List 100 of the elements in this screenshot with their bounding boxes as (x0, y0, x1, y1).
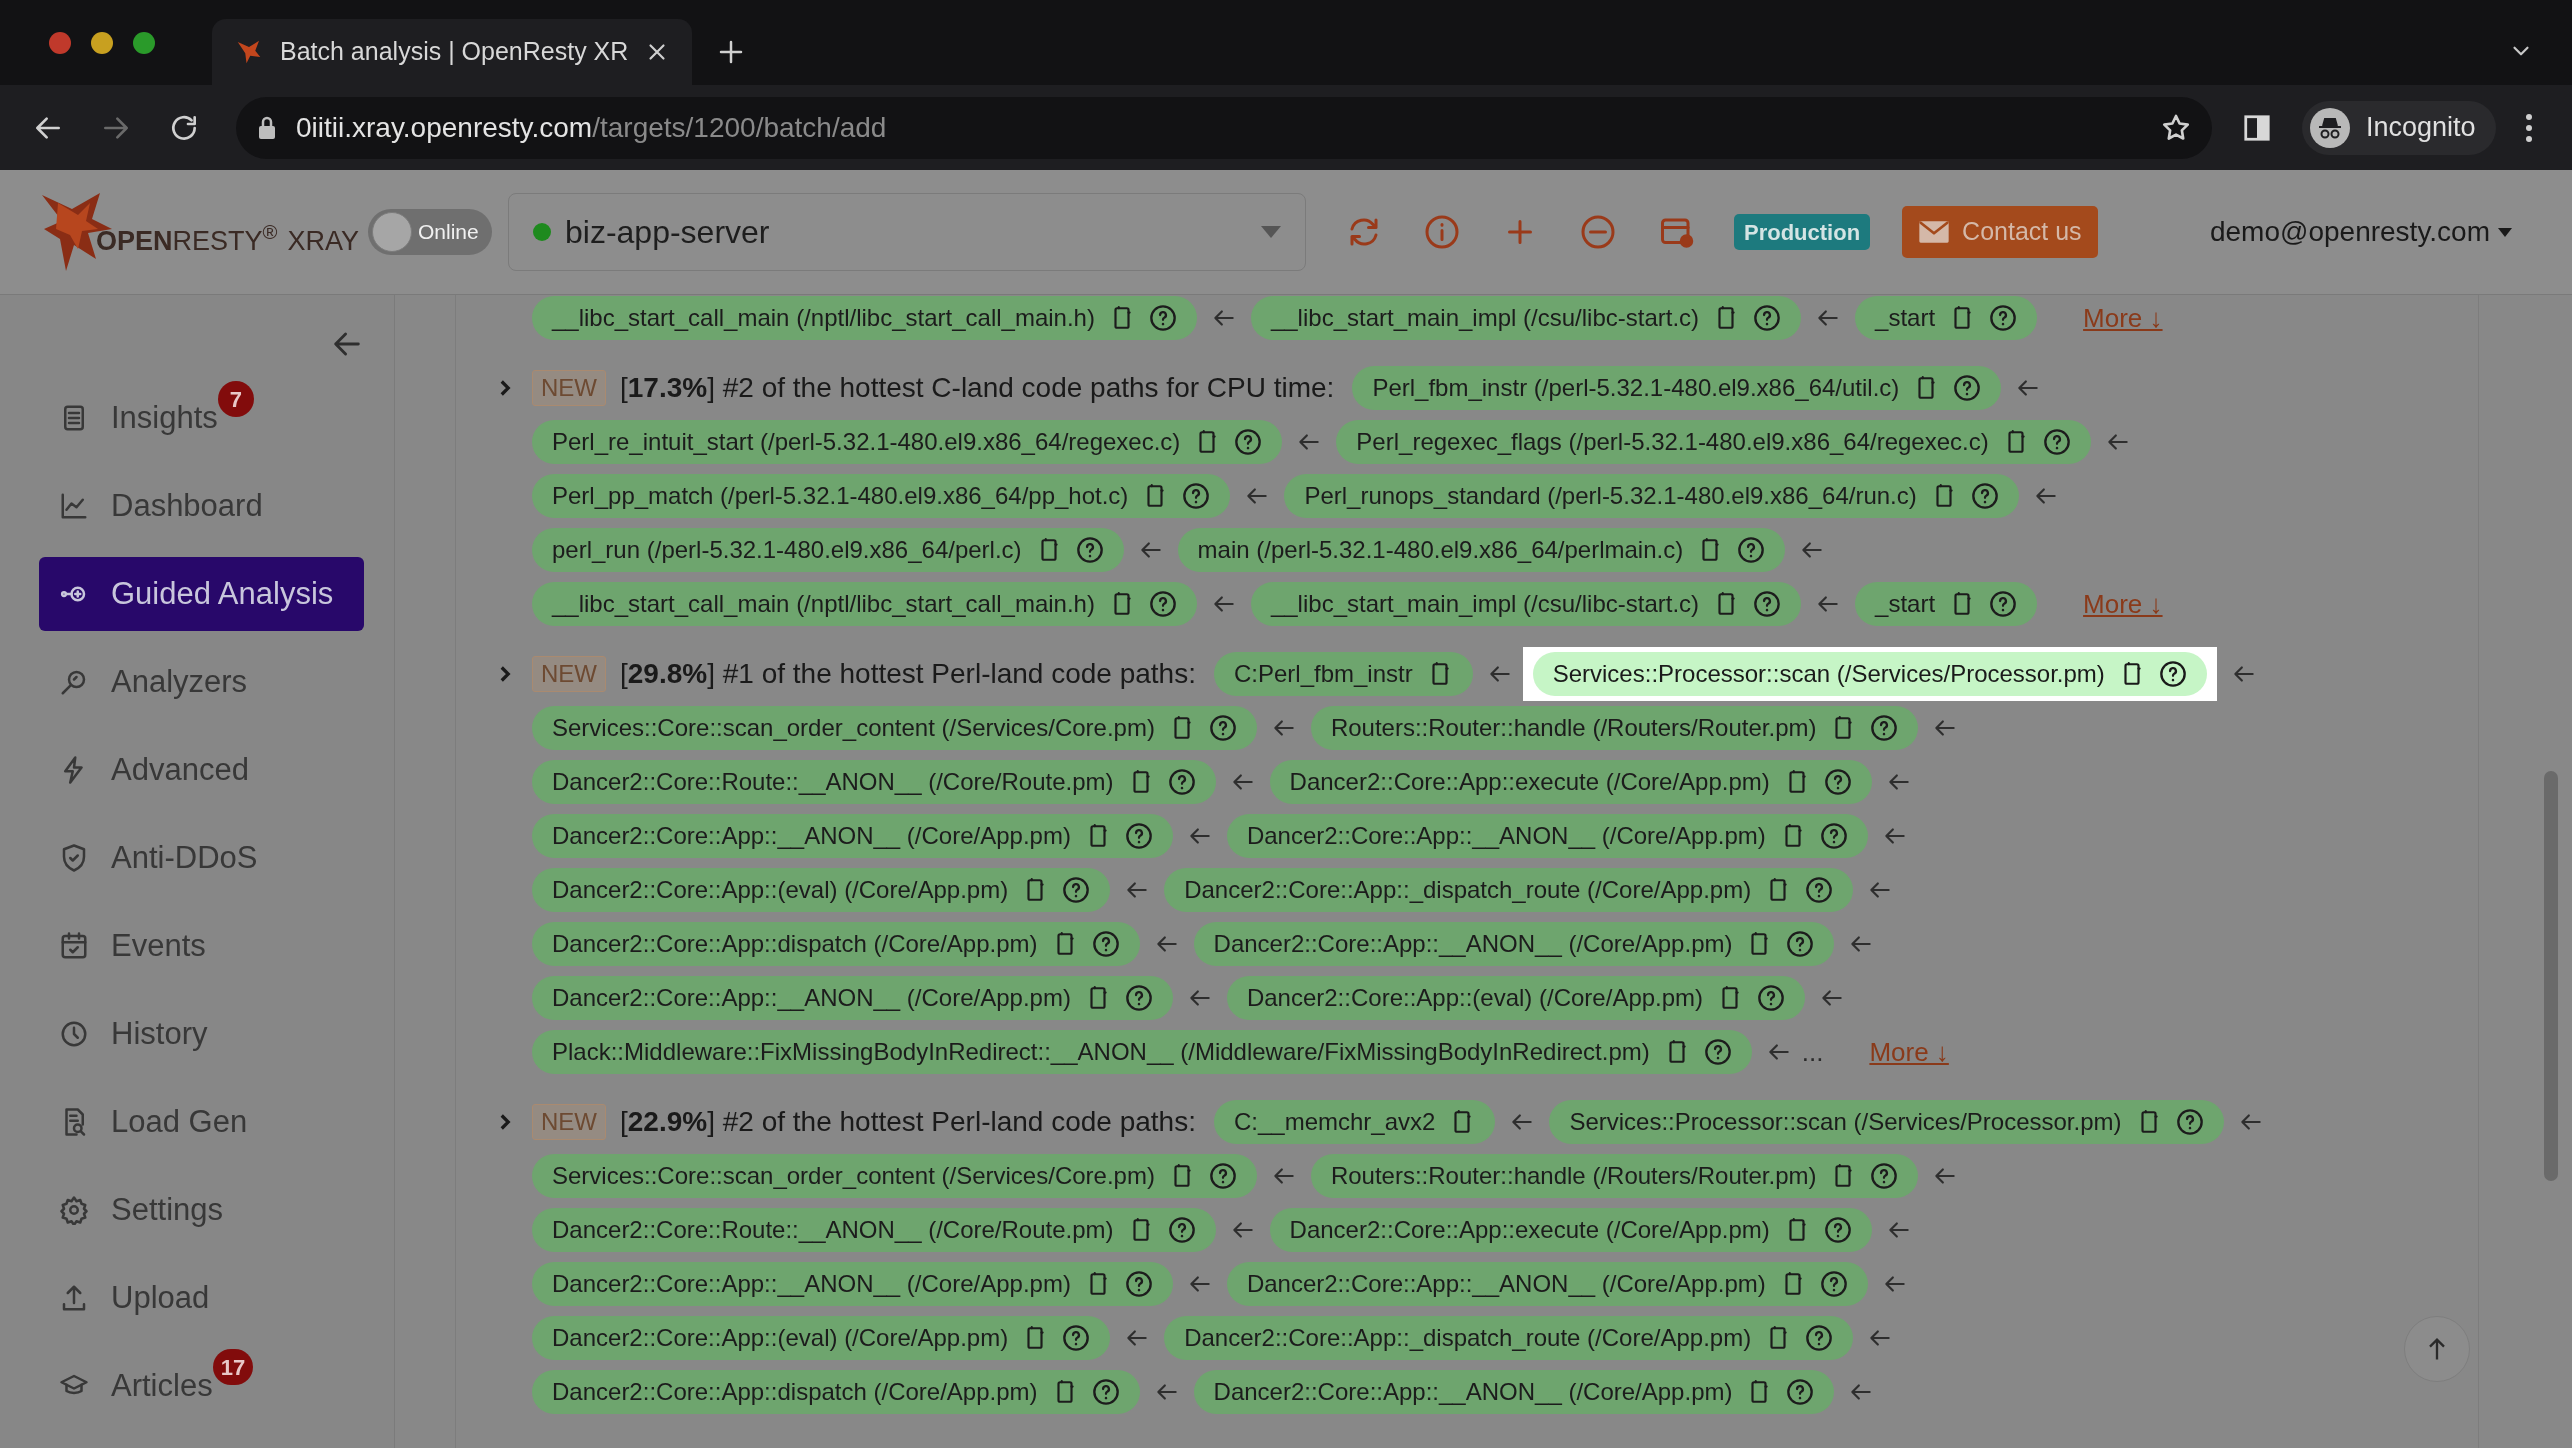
frame-name: Perl_pp_match (/perl-5.32.1-480.el9.x86_64/pp_hot.c) (552, 481, 1129, 511)
address-bar[interactable]: 0iitii.xray.openresty.com/targets/1200/batch/add (236, 96, 2212, 159)
calendar-check-icon (59, 931, 89, 961)
help-icon[interactable] (1786, 930, 1815, 958)
help-icon[interactable] (1819, 1270, 1848, 1298)
clock-icon (59, 1019, 89, 1049)
frame-name: Services::Processor::scan (/Services/Processor.pm) (1552, 659, 2105, 689)
frame-name: Dancer2::Core::App::__ANON__ (/Core/App.pm) (552, 1269, 1071, 1299)
help-icon[interactable] (1989, 304, 2018, 332)
sidebar-item[interactable]: Upload (39, 1261, 364, 1335)
help-icon[interactable] (1737, 536, 1766, 564)
sidebar-item[interactable]: Settings (39, 1173, 364, 1247)
frame-name: Dancer2::Core::App::_dispatch_route (/Core/App.pm) (1184, 875, 1752, 905)
help-icon[interactable] (1953, 374, 1982, 402)
frame-name: Services::Processor::scan (/Services/Processor.pm) (1569, 1107, 2122, 1137)
sidebar-item[interactable]: Dashboard (39, 469, 364, 543)
frame-name: __libc_start_call_main (/nptl/libc_start_call_main.h) (552, 303, 1095, 333)
sidebar-item[interactable]: Analyzers (39, 645, 364, 719)
frame-name: C:__memchr_avx2 (1233, 1107, 1436, 1137)
help-icon[interactable] (2158, 660, 2187, 688)
frame-name: Dancer2::Core::Route::__ANON__ (/Core/Route.pm) (552, 767, 1114, 797)
user-menu[interactable]: demo@openresty.com (2209, 211, 2512, 253)
sidebar-item[interactable]: Guided Analysis (39, 557, 364, 631)
more-link[interactable]: More ↓ (1869, 1032, 1949, 1072)
environment-badge: Production (1734, 214, 1871, 250)
help-icon[interactable] (1805, 1324, 1834, 1352)
caret-icon (2498, 227, 2512, 237)
help-icon[interactable] (1208, 1162, 1237, 1190)
help-icon[interactable] (1234, 428, 1263, 456)
sidebar-item[interactable]: History (39, 997, 364, 1071)
sidebar-item[interactable]: Articles 17 (39, 1349, 364, 1423)
status-toggle[interactable]: Online (368, 209, 492, 255)
frame-name: Services::Core::scan_order_content (/Services/Core.pm) (552, 1161, 1155, 1191)
profile-button[interactable]: Incognito (2302, 100, 2496, 155)
help-icon[interactable] (1062, 876, 1091, 904)
frame-name: Perl_fbm_instr (/perl-5.32.1-480.el9.x86_64/util.c) (1372, 373, 1900, 403)
sidebar-item[interactable]: Events (39, 909, 364, 983)
new-badge: NEW (532, 656, 606, 692)
help-icon[interactable] (1182, 482, 1211, 510)
frame-name: Dancer2::Core::App::__ANON__ (/Core/App.pm) (1246, 821, 1766, 851)
help-icon[interactable] (1075, 536, 1104, 564)
sidebar-item[interactable]: Load Gen (39, 1085, 364, 1159)
new-badge: NEW (532, 1104, 606, 1140)
window-control-icon[interactable] (48, 30, 72, 55)
help-icon[interactable] (1989, 590, 2018, 618)
help-icon[interactable] (1148, 304, 1177, 332)
help-icon[interactable] (1970, 482, 1999, 510)
help-icon[interactable] (1823, 768, 1852, 796)
more-menu-icon[interactable] (2523, 111, 2534, 144)
help-icon[interactable] (1819, 822, 1848, 850)
frame-name: Perl_runops_standard (/perl-5.32.1-480.el9.x86_64/run.c) (1304, 481, 1917, 511)
ellipsis-text: ... (1801, 1035, 1824, 1069)
help-icon[interactable] (1757, 984, 1786, 1012)
help-icon[interactable] (1124, 822, 1153, 850)
sidebar-item[interactable]: Anti-DDoS (39, 821, 364, 895)
logo-wordmark: OPENRESTY$^{®}$ (96, 220, 278, 258)
help-icon[interactable] (1786, 1378, 1815, 1406)
frame-name: perl_run (/perl-5.32.1-480.el9.x86_64/perl.c) (552, 535, 1022, 565)
more-link[interactable]: More ↓ (2083, 298, 2163, 338)
help-icon[interactable] (1703, 1038, 1732, 1066)
frame-name: Dancer2::Core::Route::__ANON__ (/Core/Route.pm) (552, 1215, 1114, 1245)
browser-tab[interactable]: Batch analysis | OpenResty XR (212, 19, 693, 85)
frame-name: Dancer2::Core::App::(eval) (/Core/App.pm) (552, 1323, 1009, 1353)
more-link[interactable]: More ↓ (2083, 584, 2163, 624)
help-icon[interactable] (1124, 984, 1153, 1012)
help-icon[interactable] (1091, 930, 1120, 958)
contact-button[interactable]: Contact us (1902, 206, 2098, 258)
server-select[interactable]: biz-app-server (508, 193, 1306, 271)
help-icon[interactable] (1753, 590, 1782, 618)
window-control-icon[interactable] (132, 30, 156, 55)
sidebar-item[interactable]: Insights 7 (39, 381, 364, 455)
frame-name: Routers::Router::handle (/Routers/Router.pm) (1330, 713, 1817, 743)
frame-name: __libc_start_main_impl (/csu/libc-start.c) (1270, 303, 1700, 333)
sidebar-item[interactable]: Advanced (39, 733, 364, 807)
help-icon[interactable] (1167, 768, 1196, 796)
line-chart-icon (59, 491, 89, 521)
frame-name: Dancer2::Core::App::dispatch (/Core/App.pm) (552, 1377, 1038, 1407)
help-icon[interactable] (1091, 1378, 1120, 1406)
frame-name: Dancer2::Core::App::__ANON__ (/Core/App.pm) (1213, 929, 1733, 959)
help-icon[interactable] (1753, 304, 1782, 332)
help-icon[interactable] (1823, 1216, 1852, 1244)
help-icon[interactable] (1148, 590, 1177, 618)
help-icon[interactable] (1124, 1270, 1153, 1298)
scrollbar-thumb[interactable] (2544, 771, 2558, 1181)
logo-product-name: XRAY (287, 224, 359, 258)
help-icon[interactable] (1062, 1324, 1091, 1352)
frame-name: Dancer2::Core::App::dispatch (/Core/App.pm) (552, 929, 1038, 959)
help-icon[interactable] (2042, 428, 2071, 456)
window-control-icon[interactable] (90, 30, 114, 55)
frame-name: Dancer2::Core::App::(eval) (/Core/App.pm) (552, 875, 1009, 905)
frame-name: _start (1875, 589, 1936, 619)
help-icon[interactable] (1805, 876, 1834, 904)
count-badge: 7 (217, 381, 254, 417)
help-icon[interactable] (2175, 1108, 2204, 1136)
help-icon[interactable] (1870, 1162, 1899, 1190)
help-icon[interactable] (1870, 714, 1899, 742)
help-icon[interactable] (1208, 714, 1237, 742)
frame-name: Dancer2::Core::App::__ANON__ (/Core/App.pm) (1246, 1269, 1766, 1299)
help-icon[interactable] (1167, 1216, 1196, 1244)
side-panel-icon[interactable] (2242, 112, 2272, 143)
